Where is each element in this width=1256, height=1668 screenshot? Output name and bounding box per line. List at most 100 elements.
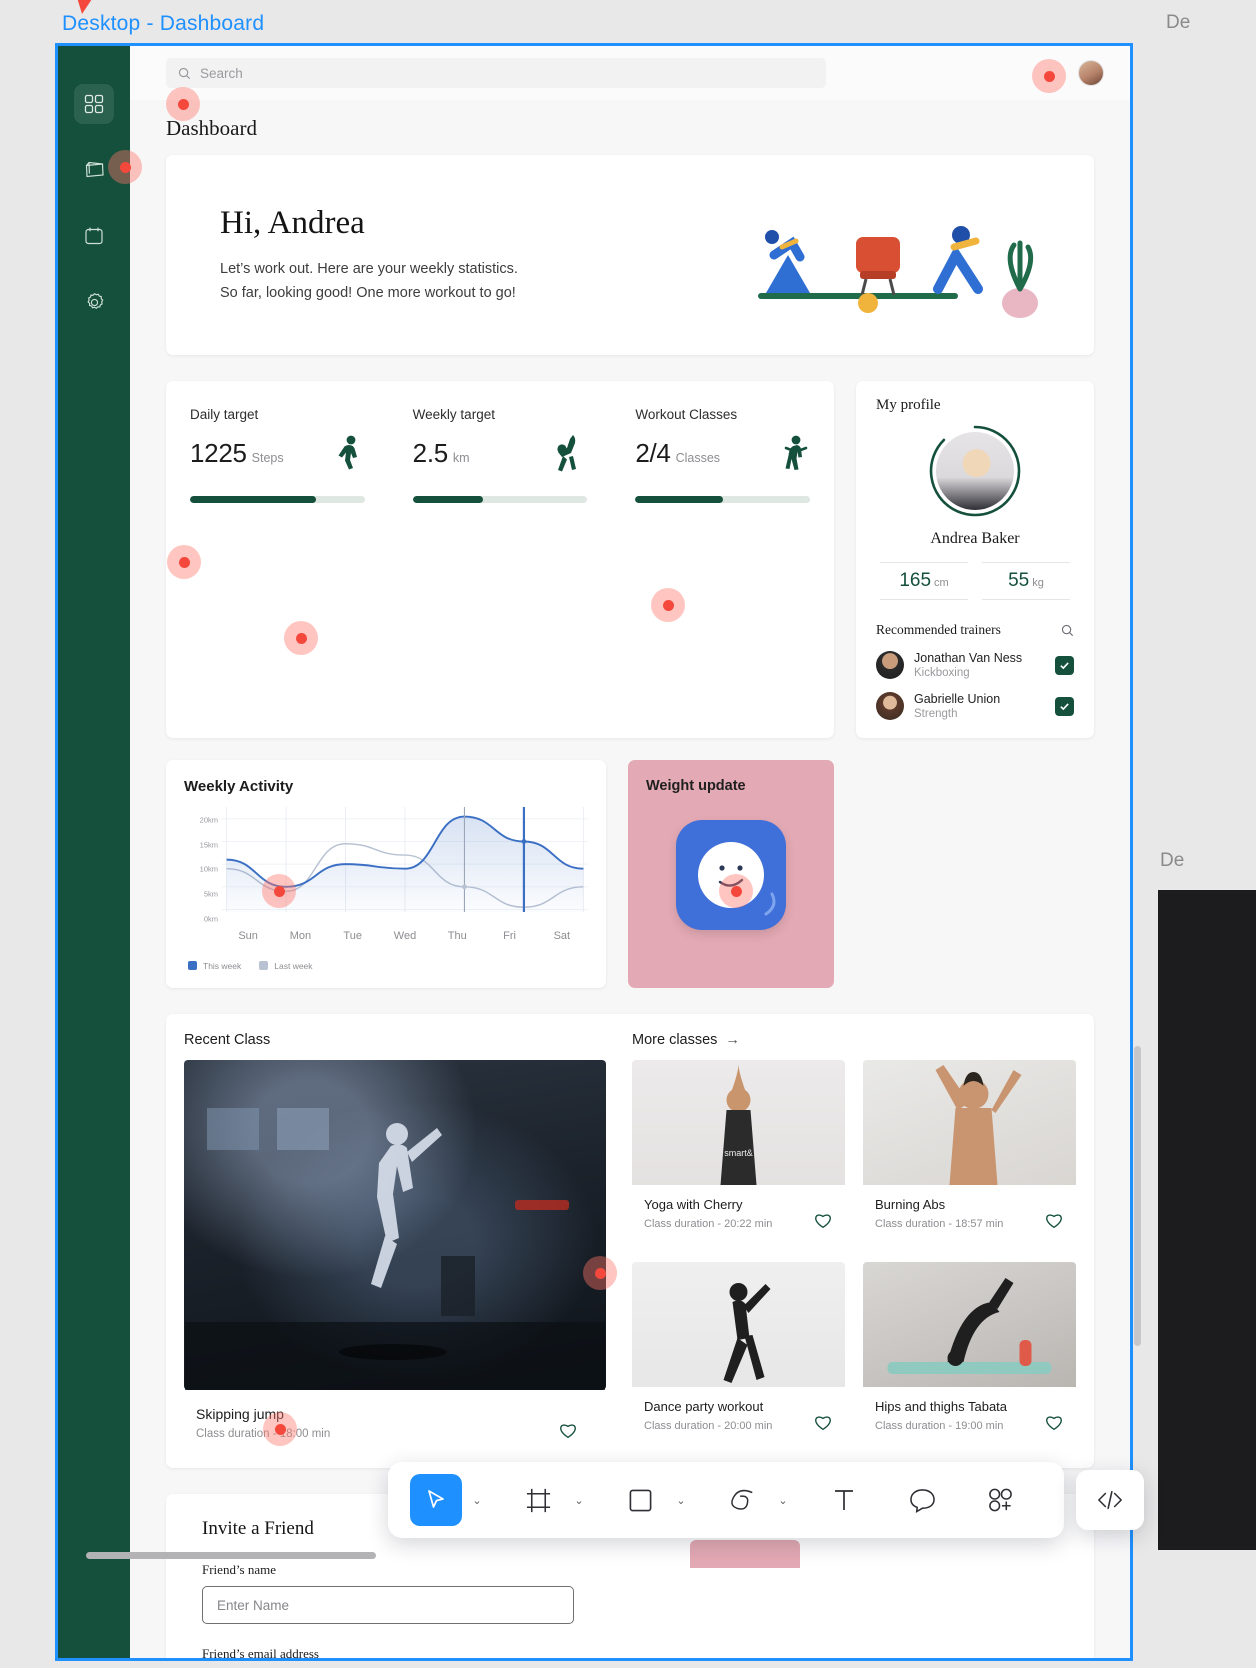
checkbox-checked[interactable] [1055,655,1074,675]
comment-tool-button[interactable] [896,1474,948,1526]
class-meta: Class duration - 20:22 min [644,1218,773,1230]
abs-workout-illustration [935,1065,1022,1185]
hotspot-weekly-activity[interactable] [284,621,318,655]
hotspot-more-classes[interactable] [719,874,753,908]
figma-canvas[interactable]: Desktop - Dashboard De De Search Dashboa… [0,0,1256,1668]
hotspot-friend-name[interactable] [263,1412,297,1446]
walking-icon [338,435,357,470]
gym-scene-illustration [185,1108,605,1390]
check-icon [1060,661,1069,669]
chart-title: Weekly Activity [184,778,294,795]
text-icon [835,1490,853,1510]
move-tool-button[interactable] [410,1474,462,1526]
stat-label: Workout Classes [635,407,738,422]
hotspot-search[interactable] [166,87,200,121]
class-meta: Class duration - 20:00 min [644,1420,773,1432]
friend-name-placeholder: Enter Name [217,1597,290,1613]
profile-photo [936,432,1014,510]
chart-x-axis: Sun Mon Tue Wed Thu Fri Sat [222,930,588,942]
trainer-specialty: Strength [914,708,958,720]
recent-class-footer: Skipping jump Class duration - 18:00 min [184,1390,606,1440]
heart-icon[interactable] [813,1210,833,1230]
chart-y-tick: 10km [199,864,218,874]
stat-value: 2/4 [635,437,671,468]
search-icon[interactable] [1061,624,1074,637]
hero-greeting: Hi, Andrea [220,205,365,242]
plugins-icon [988,1488,1012,1512]
class-name: Burning Abs [875,1197,946,1212]
chart-y-tick: 0km [203,914,218,924]
trainer-name: Gabrielle Union [914,692,1001,706]
list-item[interactable]: Jonathan Van Ness Kickboxing [876,651,1074,679]
legend-swatch [188,961,197,970]
overlay-peek [690,1540,800,1568]
profile-title: My profile [876,397,941,413]
avatar[interactable] [1078,60,1104,86]
frame-tool-caret[interactable]: ⌄ [570,1494,588,1507]
pen-tool-button[interactable] [716,1474,768,1526]
chart-y-tick: 20km [199,815,218,825]
horizontal-scrollbar[interactable] [86,1552,376,1559]
class-card-hips[interactable]: Hips and thighs Tabata Class duration - … [863,1262,1076,1446]
hotspot-weight-update[interactable] [651,588,685,622]
shape-tool-caret[interactable]: ⌄ [672,1494,690,1507]
hero-line-1: Let’s work out. Here are your weekly sta… [220,261,518,278]
class-name: Yoga with Cherry [644,1197,743,1212]
stat-progress-bar [635,496,811,503]
profile-card: My profile Andrea Baker 165 cm 55 kg Rec… [856,381,1094,738]
activity-row: Weekly Activity 0km 5km 10km 15km 20km Sun Mo… [166,760,1094,988]
figma-toolbar[interactable]: ⌄ ⌄ ⌄ ⌄ [388,1462,1064,1538]
frame-label-ghost-1: De [1166,12,1191,33]
hotspot-daily-target[interactable] [167,545,201,579]
friend-name-input[interactable]: Enter Name [202,1586,574,1624]
hero-line-2: So far, looking good! One more workout t… [220,284,516,301]
recent-class-thumbnail[interactable] [184,1060,606,1390]
exercise-icon [784,435,808,470]
legend-label: This week [203,961,242,971]
class-card-yoga[interactable]: smart& Yoga with Cherry Class duration -… [632,1060,845,1244]
recent-class-title: Recent Class [184,1032,271,1048]
checkbox-checked[interactable] [1055,696,1074,716]
class-card-abs[interactable]: Burning Abs Class duration - 18:57 min [863,1060,1076,1244]
move-tool-caret[interactable]: ⌄ [468,1494,486,1507]
chart-x-tick: Tue [343,930,362,942]
weight-title: Weight update [646,778,746,794]
cursor-icon [428,1490,444,1508]
chart-x-tick: Sun [238,930,258,942]
height-value: 165 [899,570,932,591]
desktop-dashboard-frame[interactable]: Search Dashboard Hi, Andrea Let’s work o… [55,43,1133,1661]
trainer-name: Jonathan Van Ness [914,651,1023,665]
arrow-right-icon[interactable]: → [725,1032,740,1048]
list-item[interactable]: Gabrielle Union Strength [876,692,1074,720]
recommended-trainers-header: Recommended trainers [876,622,1074,638]
frame-tool-button[interactable] [512,1474,564,1526]
avatar [876,651,904,679]
class-card-dance[interactable]: Dance party workout Class duration - 20:… [632,1262,845,1446]
class-name: Hips and thighs Tabata [875,1399,1008,1414]
heart-icon[interactable] [813,1412,833,1432]
cursor-icon [77,0,92,14]
plugins-tool-button[interactable] [974,1474,1026,1526]
heart-icon[interactable] [1044,1210,1064,1230]
hotspot-recent-class[interactable] [262,874,296,908]
dev-mode-button[interactable] [1076,1470,1144,1530]
heart-icon[interactable] [1044,1412,1064,1432]
frame-label-ghost-2: De [1160,850,1185,871]
chart-legend: This week Last week [188,956,588,974]
heart-icon[interactable] [558,1420,578,1440]
chart-x-tick: Sat [553,930,571,942]
search-input[interactable]: Search [166,58,826,88]
stats-and-profile-row: Daily target 1225Steps Weekly target 2. [166,381,1094,738]
vertical-scrollbar[interactable] [1134,1046,1141,1346]
hotspot-sidebar-workouts[interactable] [108,150,142,184]
hotspot-favorite[interactable] [583,1256,617,1290]
class-thumbnail [863,1060,1076,1185]
pen-tool-caret[interactable]: ⌄ [774,1494,792,1507]
sidebar-item-schedule[interactable] [74,216,114,256]
hotspot-avatar[interactable] [1032,59,1066,93]
sidebar-item-dashboard[interactable] [74,84,114,124]
shape-tool-button[interactable] [614,1474,666,1526]
class-thumbnail [863,1262,1076,1387]
text-tool-button[interactable] [818,1474,870,1526]
sidebar-item-settings[interactable] [74,282,114,322]
